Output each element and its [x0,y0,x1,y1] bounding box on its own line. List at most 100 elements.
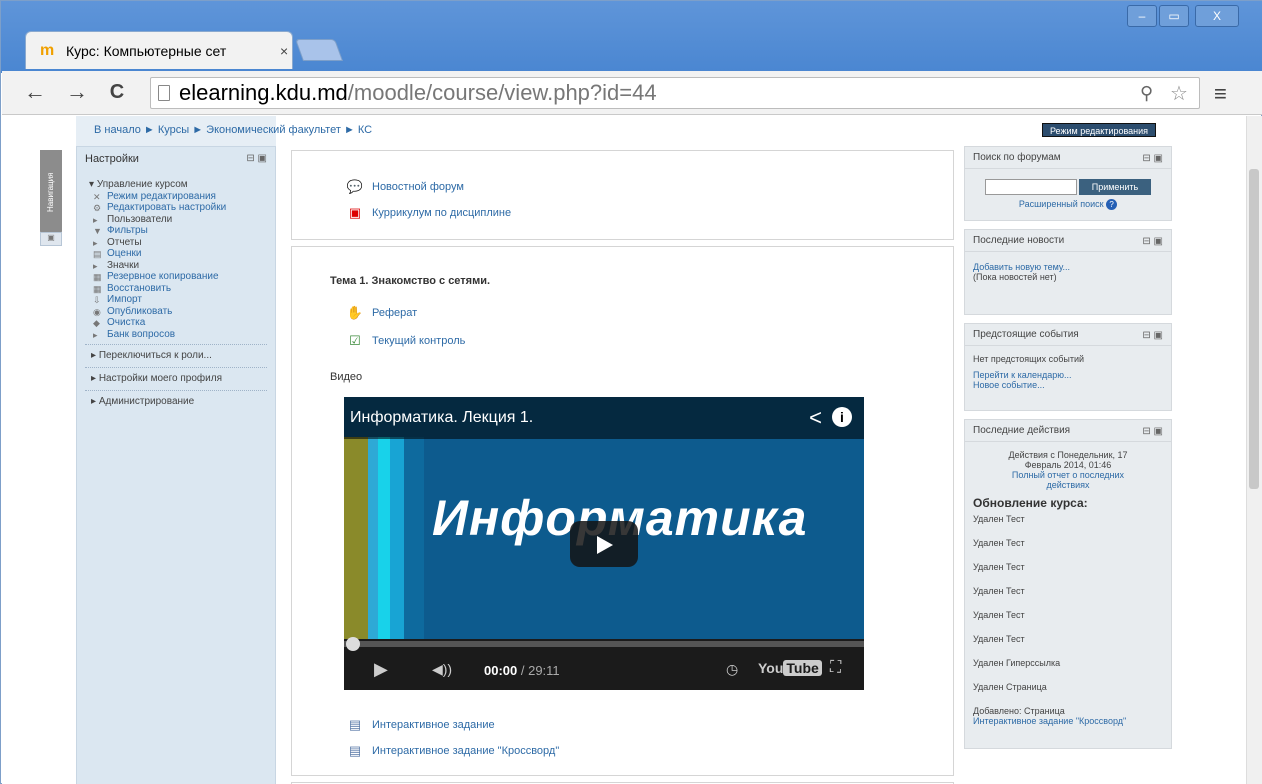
navigation-dock-tab[interactable]: Навигация [40,150,62,234]
tree-item-import[interactable]: ⇩ Импорт [89,294,275,306]
play-icon[interactable]: ▶ [374,659,388,680]
full-report-link[interactable]: Полный отчет о последних действиях [973,470,1163,490]
course-main: 💬 Новостной форум ▣ Куррикулум по дисципли… [291,150,954,784]
maximize-button[interactable]: ▭ [1159,5,1189,27]
administration-node[interactable]: ▸ Администрирование [77,391,275,413]
tree-item-reports[interactable]: ▸ Отчеты [89,237,275,249]
apply-button[interactable]: Применить [1079,179,1151,195]
tree-item-reset[interactable]: ◆ Очистка [89,317,275,329]
share-icon[interactable]: < [809,405,822,431]
back-button[interactable]: ← [20,79,50,105]
scrollbar-thumb[interactable] [1249,169,1259,489]
tree-item-publish[interactable]: ◉ Опубликовать [89,306,275,318]
block-controls-icon[interactable]: ⊟ ▣ [1142,153,1163,164]
forum-icon: 💬 [346,179,364,194]
curriculum-link[interactable]: ▣ Куррикулум по дисциплине [346,205,511,221]
chevron-right-icon: ▸ [93,214,98,225]
add-topic-link[interactable]: Добавить новую тему... [973,262,1163,272]
news-forum-link[interactable]: 💬 Новостной форум [346,179,464,195]
chevron-right-icon: ▸ [93,329,98,340]
backup-icon: ▦ [93,272,102,282]
control-link[interactable]: ☑ Текущий контроль [346,333,465,349]
dock-toggle-icon[interactable]: ▣ [40,232,62,246]
title-bar: m Курс: Компьютерные сет × – ▭ X [1,1,1262,73]
restore-icon: ▦ [93,283,102,294]
play-button[interactable] [570,521,638,567]
new-tab-button[interactable] [294,39,344,61]
advanced-search-link[interactable]: Расширенный поиск [1019,199,1104,209]
block-controls-icon[interactable]: ⊟ ▣ [1142,426,1163,437]
recent-activity-block: Последние действия ⊟ ▣ Действия с Понедел… [964,419,1172,749]
browser-window: m Курс: Компьютерные сет × – ▭ X ← → C e… [0,0,1262,784]
address-bar[interactable]: elearning.kdu.md/moodle/course/view.php?… [150,77,1200,109]
close-window-button[interactable]: X [1195,5,1239,27]
section-general: 💬 Новостной форум ▣ Куррикулум по дисципли… [291,150,954,240]
switch-role-node[interactable]: ▸ Переключиться к роли... [77,345,275,367]
grades-icon: ▤ [93,249,102,259]
interactive-task-link[interactable]: ▤ Интерактивное задание [346,717,495,733]
progress-bar[interactable] [344,641,864,647]
update-item: Удален Страница [973,682,1047,692]
block-header: Последние новости ⊟ ▣ [965,230,1171,252]
reset-icon: ◆ [93,318,100,328]
info-icon[interactable]: i [832,407,852,427]
block-body: Действия с Понедельник, 17 Февраль 2014,… [965,442,1171,732]
time-current: 00:00 [484,663,518,678]
video-time: 00:00 / 29:11 [484,663,560,678]
settings-header: Настройки ⊟ ▣ [77,147,275,171]
address-path: /moodle/course/view.php?id=44 [347,80,657,105]
reload-button[interactable]: C [102,79,132,105]
progress-knob[interactable] [346,637,360,651]
tree-item-users[interactable]: ▸ Пользователи [89,214,275,226]
block-controls-icon[interactable]: ⊟ ▣ [246,153,267,164]
edit-mode-button[interactable]: Режим редактирования [1042,123,1156,137]
video-title[interactable]: Информатика. Лекция 1. [344,397,864,439]
tree-item-edit-mode[interactable]: ✕ Режим редактирования [89,191,275,203]
minimize-button[interactable]: – [1127,5,1157,27]
tab-close-icon[interactable]: × [280,43,288,59]
new-event-link[interactable]: Новое событие... [973,380,1163,390]
bookmark-star-icon[interactable]: ☆ [1170,81,1188,106]
tree-item-backup[interactable]: ▦ Резервное копирование [89,271,275,283]
time-total: / 29:11 [520,663,560,678]
browser-tab[interactable]: m Курс: Компьютерные сет × [25,31,293,69]
essay-link[interactable]: ✋ Реферат [346,305,417,321]
block-controls-icon[interactable]: ⊟ ▣ [1142,236,1163,247]
forward-button[interactable]: → [62,79,92,105]
forum-search-input[interactable] [985,179,1077,195]
update-item: Удален Тест [973,610,1025,620]
fullscreen-icon[interactable]: ⛶ [830,659,841,677]
tab-title: Курс: Компьютерные сет [66,42,227,59]
breadcrumb[interactable]: В начало ► Курсы ► Экономический факульт… [94,124,372,136]
no-news-text: (Пока новостей нет) [973,272,1057,282]
watch-later-icon[interactable]: ◷ [726,661,738,678]
youtube-logo-icon[interactable]: You Tube [758,660,822,676]
help-icon[interactable]: ? [1106,199,1118,210]
video-player[interactable]: Информатика Информатика. Лекция 1. < i ▶… [344,397,864,690]
filter-icon: ▼ [93,226,102,236]
page-content: В начало ► Курсы ► Экономический факульт… [2,116,1246,784]
update-item: Удален Гиперссылка [973,658,1061,668]
chrome-menu-icon[interactable]: ≡ [1214,81,1227,107]
forum-search-block: Поиск по форумам ⊟ ▣ Применить Расширенны… [964,146,1172,221]
crossword-activity-link[interactable]: Интерактивное задание "Кроссворд" [973,716,1163,726]
volume-icon[interactable]: ◀)) [432,661,452,678]
update-item: Удален Тест [973,562,1025,572]
update-item: Удален Тест [973,538,1025,548]
tree-item-edit-settings[interactable]: ⚙ Редактировать настройки [89,202,275,214]
tree-item-badges[interactable]: ▸ Значки [89,260,275,272]
profile-settings-node[interactable]: ▸ Настройки моего профиля [77,368,275,390]
tree-item-filters[interactable]: ▼ Фильтры [89,225,275,237]
calendar-link[interactable]: Перейти к календарю... [973,370,1163,380]
block-controls-icon[interactable]: ⊟ ▣ [1142,330,1163,341]
course-admin-node[interactable]: ▾ Управление курсом [89,171,275,191]
tree-item-question-bank[interactable]: ▸ Банк вопросов [89,329,275,341]
tree-item-grades[interactable]: ▤ Оценки [89,248,275,260]
settings-tree: ▾ Управление курсом ✕ Режим редактировани… [77,171,275,340]
block-header: Предстоящие события ⊟ ▣ [965,324,1171,346]
interactive-crossword-link[interactable]: ▤ Интерактивное задание "Кроссворд" [346,743,559,759]
tree-item-restore[interactable]: ▦ Восстановить [89,283,275,295]
search-icon[interactable]: ⚲ [1140,83,1153,104]
block-header: Последние действия ⊟ ▣ [965,420,1171,442]
topic-title: Тема 1. Знакомство с сетями. [330,275,491,287]
